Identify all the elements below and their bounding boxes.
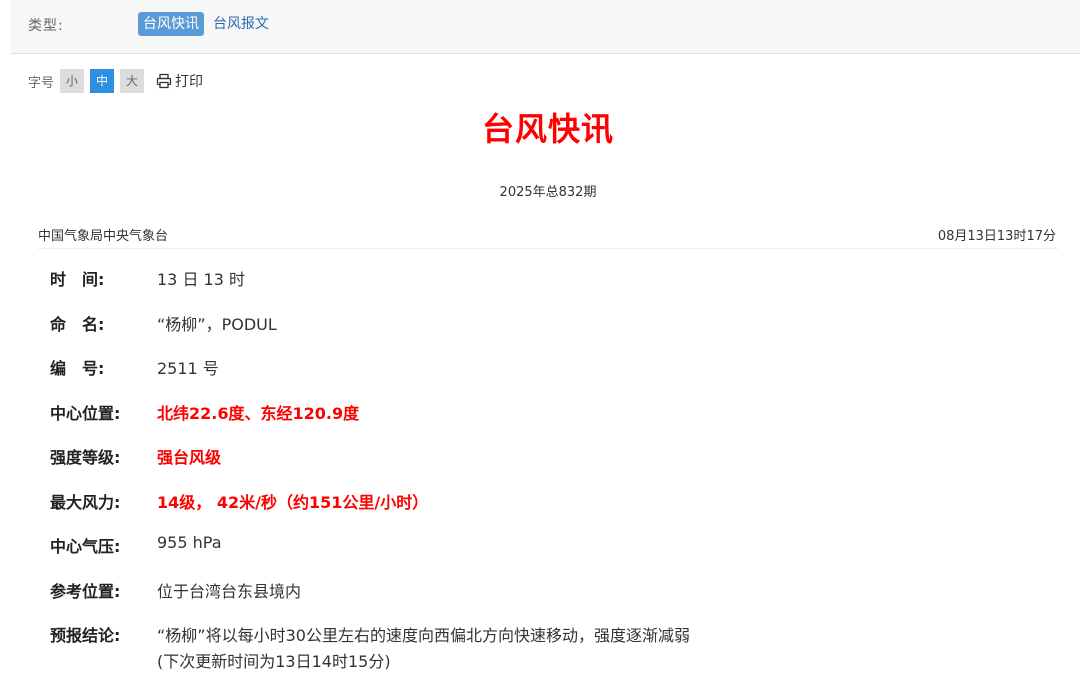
info-value: 13 日 13 时 (157, 270, 245, 289)
typhoon-info: 时 间: 13 日 13 时 命 名: “杨柳”，PODUL 编 号: 2511… (50, 262, 1050, 671)
info-value: 北纬22.6度、东经120.9度 (157, 403, 360, 423)
type-tag-typhoon-report[interactable]: 台风报文 (211, 12, 271, 36)
font-size-small-button[interactable]: 小 (60, 69, 85, 93)
printer-icon (156, 73, 172, 89)
font-size-toolbar: 字号 小 中 大 打印 (28, 68, 203, 94)
info-key: 中心位置: (50, 403, 121, 423)
type-label: 类型: (28, 18, 64, 34)
forecast-text: “杨柳”将以每小时30公里左右的速度向西偏北方向快速移动，强度逐渐减弱 (157, 626, 690, 645)
info-value: 位于台湾台东县境内 (157, 581, 302, 601)
info-key: 时 间: (50, 270, 105, 289)
info-value: 955 hPa (157, 533, 222, 552)
info-value: 2511 号 (157, 359, 219, 378)
print-label: 打印 (175, 74, 204, 90)
info-key: 参考位置: (50, 581, 121, 601)
issuing-organization: 中国气象局中央气象台 (38, 229, 169, 244)
info-row-name: 命 名: “杨柳”，PODUL (50, 307, 1050, 352)
print-button[interactable]: 打印 (156, 71, 203, 91)
info-row-center: 中心位置: 北纬22.6度、东经120.9度 (50, 396, 1050, 441)
info-key: 中心气压: (50, 537, 121, 556)
info-row-time: 时 间: 13 日 13 时 (50, 262, 1050, 307)
info-row-wind: 最大风力: 14级， 42米/秒（约151公里/小时） (50, 485, 1050, 530)
source-row: 中国气象局中央气象台 08月13日13时17分 (38, 222, 1058, 249)
info-row-grade: 强度等级: 强台风级 (50, 440, 1050, 485)
info-row-reference: 参考位置: 位于台湾台东县境内 (50, 574, 1050, 619)
font-size-large-button[interactable]: 大 (120, 69, 145, 93)
page: 类型: 台风快讯 台风报文 字号 小 中 大 打印 台风快讯 2025年总832… (0, 0, 1080, 686)
info-row-number: 编 号: 2511 号 (50, 351, 1050, 396)
font-size-medium-button[interactable]: 中 (90, 69, 115, 93)
info-key: 最大风力: (50, 492, 121, 512)
info-key: 强度等级: (50, 448, 121, 467)
info-row-forecast: 预报结论: “杨柳”将以每小时30公里左右的速度向西偏北方向快速移动，强度逐渐减… (50, 618, 1050, 671)
page-title: 台风快讯 (481, 110, 614, 148)
info-key: 编 号: (50, 359, 105, 378)
info-key: 命 名: (50, 314, 105, 334)
font-size-label: 字号 (28, 75, 55, 91)
type-filter-bar: 类型: 台风快讯 台风报文 (10, 0, 1080, 54)
next-update-text: (下次更新时间为13日14时15分) (157, 652, 391, 671)
type-tag-typhoon-flash[interactable]: 台风快讯 (138, 12, 204, 36)
info-value: 14级， 42米/秒（约151公里/小时） (157, 492, 429, 512)
info-row-pressure: 中心气压: 955 hPa (50, 529, 1050, 574)
info-key: 预报结论: (50, 626, 121, 645)
issue-number: 2025年总832期 (499, 185, 597, 200)
issue-time: 08月13日13时17分 (937, 229, 1056, 244)
info-value: “杨柳”，PODUL (157, 314, 277, 334)
info-value: “杨柳”将以每小时30公里左右的速度向西偏北方向快速移动，强度逐渐减弱 (下次更… (157, 622, 690, 672)
info-value: 强台风级 (157, 448, 222, 467)
